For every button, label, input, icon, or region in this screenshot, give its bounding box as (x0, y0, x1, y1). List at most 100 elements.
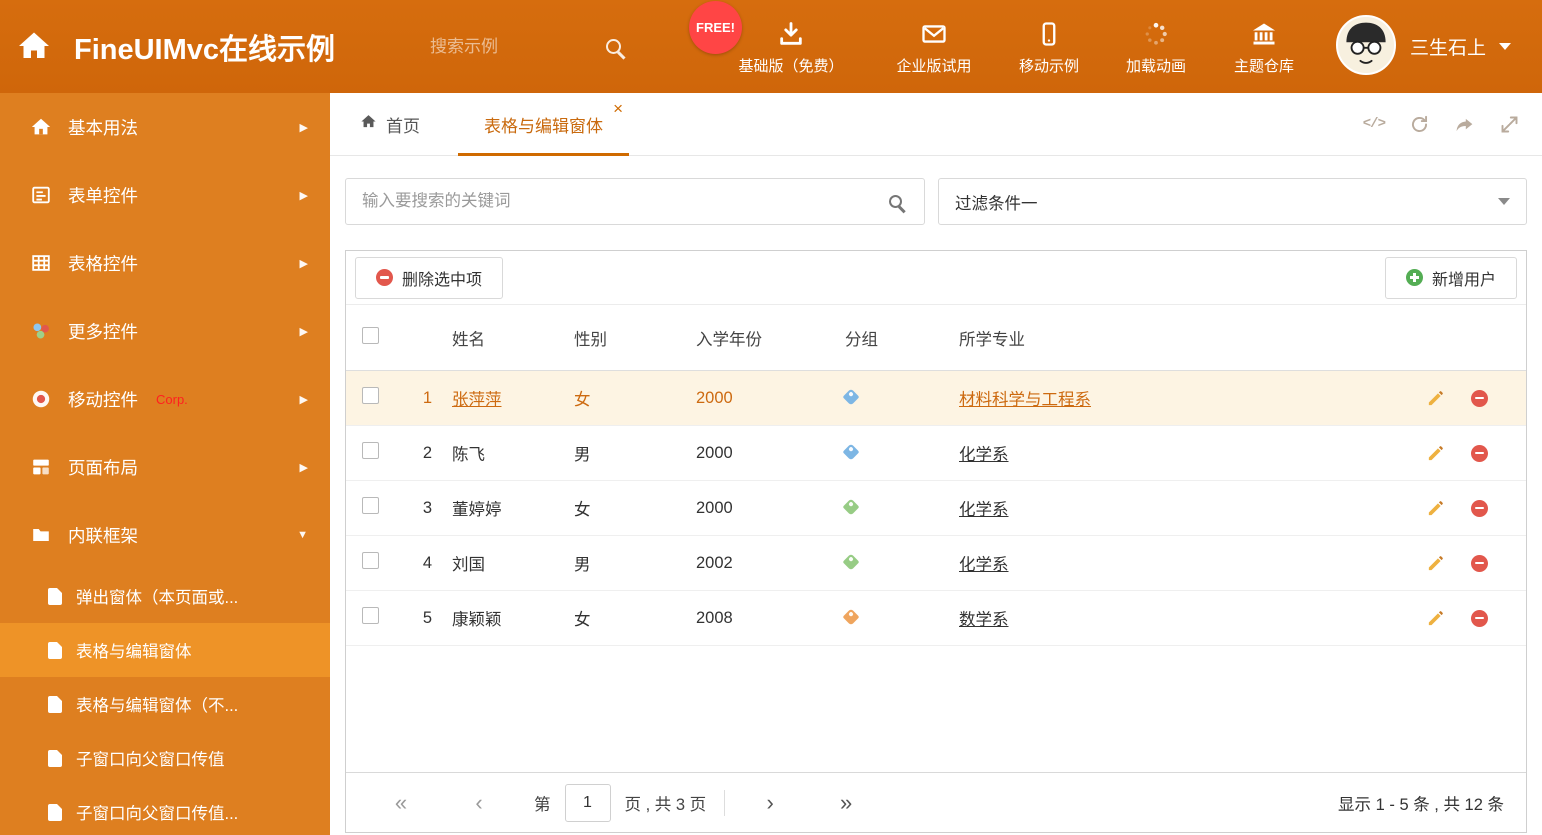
delete-icon[interactable] (1471, 609, 1488, 627)
delete-icon[interactable] (1471, 499, 1488, 517)
filter-selected-value: 过滤条件一 (955, 194, 1038, 213)
source-code-icon[interactable]: </> (1363, 116, 1386, 132)
avatar[interactable] (1336, 15, 1396, 75)
page-prefix: 第 (534, 795, 551, 814)
page-input[interactable] (564, 783, 611, 822)
row-checkbox[interactable] (362, 497, 379, 514)
tag-icon (842, 608, 860, 625)
delete-icon[interactable] (1471, 444, 1488, 462)
tab-tools: </> (1363, 93, 1542, 155)
share-icon[interactable] (1454, 114, 1475, 135)
sidebar-subitem-grid-edit-window[interactable]: 表格与编辑窗体 (0, 623, 330, 677)
keyword-search-input[interactable] (362, 192, 889, 211)
user-menu[interactable]: 三生石上 (1410, 0, 1512, 93)
row-number: 5 (422, 608, 432, 627)
sidebar-item-form-controls[interactable]: 表单控件 ▶ (0, 161, 330, 229)
nav-enterprise-trial[interactable]: 企业版试用 (875, 0, 993, 93)
gender-cell: 男 (574, 556, 591, 574)
major-link[interactable]: 材料科学与工程系 (959, 391, 1091, 409)
year-cell: 2000 (696, 498, 733, 517)
year-cell: 2002 (696, 553, 733, 572)
filter-dropdown[interactable]: 过滤条件一 (938, 178, 1527, 225)
row-checkbox[interactable] (362, 387, 379, 404)
first-page-button[interactable]: « (386, 791, 416, 814)
student-name-link[interactable]: 刘国 (452, 556, 485, 574)
mobile-icon (1035, 18, 1063, 48)
student-name-link[interactable]: 陈飞 (452, 446, 485, 464)
search-icon[interactable] (606, 39, 621, 54)
edit-icon[interactable] (1426, 609, 1445, 628)
chevron-right-icon: ▶ (299, 461, 308, 474)
corp-badge: Corp. (156, 391, 188, 407)
search-icon[interactable] (889, 195, 902, 208)
nav-theme-repo[interactable]: 主题仓库 (1209, 0, 1319, 93)
tab-bar: 首页 表格与编辑窗体 × </> (330, 93, 1542, 156)
header-search-input[interactable] (430, 36, 590, 57)
sidebar-item-page-layout[interactable]: 页面布局 ▶ (0, 433, 330, 501)
refresh-icon[interactable] (1409, 114, 1430, 135)
edit-icon[interactable] (1426, 554, 1445, 573)
sidebar-item-grid-controls[interactable]: 表格控件 ▶ (0, 229, 330, 297)
edit-icon[interactable] (1426, 499, 1445, 518)
folder-icon (30, 524, 52, 546)
gender-cell: 男 (574, 446, 591, 464)
home-icon[interactable] (16, 28, 52, 64)
prev-page-button[interactable]: ‹ (464, 791, 494, 814)
row-number: 1 (422, 388, 432, 407)
divider (724, 789, 726, 816)
major-link[interactable]: 化学系 (959, 446, 1009, 464)
envelope-icon (920, 18, 948, 48)
chevron-down-icon: ▼ (297, 529, 308, 541)
major-link[interactable]: 化学系 (959, 556, 1009, 574)
edit-icon[interactable] (1426, 389, 1445, 408)
sidebar-item-more-controls[interactable]: 更多控件 ▶ (0, 297, 330, 365)
major-link[interactable]: 数学系 (959, 611, 1009, 629)
sidebar-subitem-child-to-parent-2[interactable]: 子窗口向父窗口传值... (0, 785, 330, 835)
nav-basic-free[interactable]: 基础版（免费） (725, 0, 857, 93)
student-name-link[interactable]: 董婷婷 (452, 501, 502, 519)
spinner-icon (1142, 18, 1170, 48)
table-row: 1 张萍萍 女 2000 材料科学与工程系 (346, 371, 1526, 426)
edit-icon[interactable] (1426, 444, 1445, 463)
sidebar-subitem-child-to-parent[interactable]: 子窗口向父窗口传值 (0, 731, 330, 785)
last-page-button[interactable]: » (831, 791, 861, 814)
student-name-link[interactable]: 张萍萍 (452, 391, 502, 409)
row-checkbox[interactable] (362, 607, 379, 624)
pagination: « ‹ 第 页 , 共 3 页 › » 显示 1 - 5 条 , 共 12 条 (346, 772, 1526, 832)
sidebar-item-mobile-controls[interactable]: 移动控件 Corp. ▶ (0, 365, 330, 433)
file-icon (48, 803, 62, 821)
sidebar-subitem-popup-window[interactable]: 弹出窗体（本页面或... (0, 569, 330, 623)
add-user-button[interactable]: 新增用户 (1384, 256, 1517, 299)
close-icon[interactable]: × (613, 100, 623, 117)
column-header-major: 所学专业 (959, 330, 1025, 349)
chevron-right-icon: ▶ (299, 189, 308, 202)
app-header: FineUIMvc在线示例 FREE! 基础版（免费） 企业版试用 移动示例 (0, 0, 1542, 93)
expand-icon[interactable] (1499, 114, 1520, 135)
student-name-link[interactable]: 康颖颖 (452, 611, 502, 629)
nav-mobile-demo[interactable]: 移动示例 (995, 0, 1103, 93)
bank-icon (1250, 18, 1278, 48)
row-checkbox[interactable] (362, 552, 379, 569)
next-page-button[interactable]: › (755, 791, 785, 814)
record-summary: 显示 1 - 5 条 , 共 12 条 (1338, 795, 1504, 814)
sidebar-item-iframe[interactable]: 内联框架 ▼ (0, 501, 330, 569)
table-row: 5 康颖颖 女 2008 数学系 (346, 591, 1526, 646)
major-link[interactable]: 化学系 (959, 501, 1009, 519)
tab-grid-edit-window[interactable]: 表格与编辑窗体 × (458, 93, 629, 156)
gender-cell: 女 (574, 391, 591, 409)
delete-selected-button[interactable]: 删除选中项 (355, 256, 504, 299)
sidebar-subitem-grid-edit-window-2[interactable]: 表格与编辑窗体（不... (0, 677, 330, 731)
form-icon (30, 184, 52, 206)
table-row: 2 陈飞 男 2000 化学系 (346, 426, 1526, 481)
row-checkbox[interactable] (362, 442, 379, 459)
select-all-checkbox[interactable] (362, 326, 379, 344)
tag-icon (842, 443, 860, 460)
tag-icon (842, 498, 860, 515)
delete-icon[interactable] (1471, 554, 1488, 572)
tab-home[interactable]: 首页 (360, 93, 420, 155)
sidebar-item-basic-usage[interactable]: 基本用法 ▶ (0, 93, 330, 161)
chevron-down-icon (1498, 198, 1510, 205)
chevron-right-icon: ▶ (299, 325, 308, 338)
delete-icon[interactable] (1471, 389, 1488, 407)
nav-loading-animation[interactable]: 加载动画 (1102, 0, 1210, 93)
